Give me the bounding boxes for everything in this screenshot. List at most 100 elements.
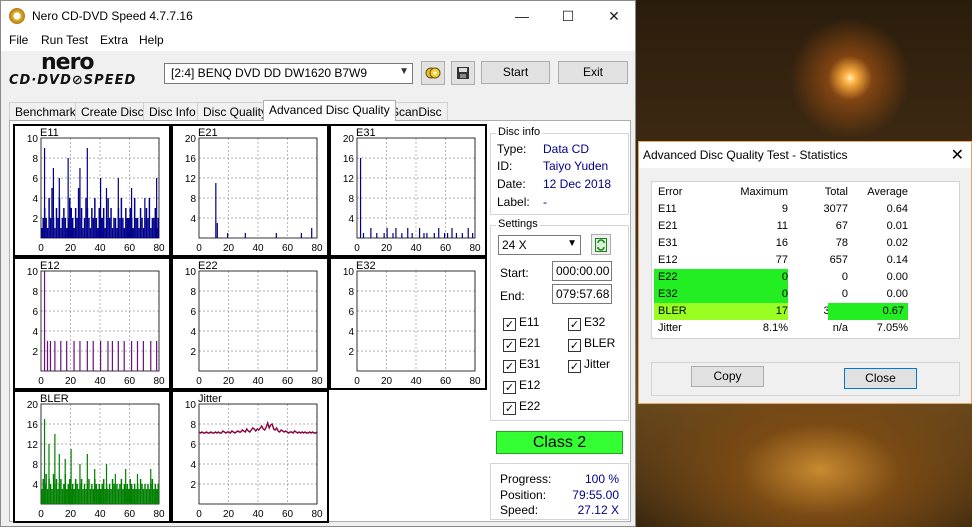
copy-button[interactable]: Copy bbox=[691, 366, 764, 387]
graph-e21: 20 16 12 8 4 0 20 40 60 80 E21 bbox=[171, 124, 329, 257]
data-bar bbox=[94, 198, 96, 238]
tab-advanced-disc-quality[interactable]: Advanced Disc Quality bbox=[263, 100, 396, 121]
drive-select-value: [2:4] BENQ DVD DD DW1620 B7W9 bbox=[171, 66, 368, 80]
data-bar bbox=[80, 208, 83, 238]
x-tick-label: 80 bbox=[153, 376, 165, 387]
menu-file[interactable]: File bbox=[9, 33, 28, 47]
drive-info-button[interactable] bbox=[421, 61, 445, 85]
drive-select[interactable]: [2:4] BENQ DVD DD DW1620 B7W9 ▼ bbox=[164, 63, 413, 84]
data-bar bbox=[119, 484, 121, 504]
maximize-button[interactable]: ☐ bbox=[545, 1, 591, 31]
save-button[interactable] bbox=[451, 61, 475, 85]
data-bar bbox=[120, 479, 123, 504]
data-bar bbox=[130, 341, 133, 371]
start-button[interactable]: Start bbox=[481, 61, 550, 84]
data-bar bbox=[300, 233, 302, 238]
stat-avg-cell: 0.14 bbox=[886, 254, 908, 266]
close-dialog-button[interactable]: Close bbox=[844, 368, 917, 389]
data-bar bbox=[73, 228, 75, 238]
checkbox-jitter[interactable]: ✓ Jitter bbox=[568, 357, 610, 373]
speed-value: 27.12 X bbox=[577, 503, 619, 517]
main-window: Nero CD-DVD Speed 4.7.7.16 — ☐ ✕ File Ru… bbox=[0, 0, 636, 527]
checkbox-e31[interactable]: ✓ E31 bbox=[503, 357, 540, 373]
tab-create-disc[interactable]: Create Disc bbox=[75, 102, 150, 121]
data-bar bbox=[150, 228, 152, 238]
data-bar bbox=[129, 208, 131, 238]
data-bar bbox=[55, 479, 58, 504]
checkbox-e32[interactable]: ✓ E32 bbox=[568, 315, 605, 331]
tab-disc-quality[interactable]: Disc Quality bbox=[197, 102, 274, 121]
data-bar bbox=[64, 459, 66, 504]
data-bar bbox=[142, 489, 145, 504]
data-bar bbox=[83, 218, 86, 238]
close-button[interactable]: ✕ bbox=[591, 1, 637, 31]
data-bar bbox=[114, 218, 117, 238]
graph-jitter: 10 8 6 4 2 0 20 40 60 80 Jitter bbox=[171, 390, 329, 523]
checkbox-e12[interactable]: ✓ E12 bbox=[503, 378, 540, 394]
statistics-title-bar: Advanced Disc Quality Test - Statistics … bbox=[639, 142, 971, 168]
checkbox-e22[interactable]: ✓ E22 bbox=[503, 399, 540, 415]
y-tick-label: 2 bbox=[32, 214, 38, 225]
data-bar bbox=[63, 484, 65, 504]
checkbox-e21[interactable]: ✓ E21 bbox=[503, 336, 540, 352]
start-input[interactable]: 000:00.00 bbox=[552, 261, 612, 281]
y-tick-label: 4 bbox=[190, 327, 196, 338]
speed-select[interactable]: 24 X ▼ bbox=[498, 235, 581, 255]
data-bar bbox=[71, 484, 74, 504]
menu-extra[interactable]: Extra bbox=[100, 33, 128, 47]
chart-e32-plot: 1086420 20 40 60 80 bbox=[343, 267, 481, 387]
y-tick-label: 8 bbox=[32, 460, 38, 471]
data-bar bbox=[145, 489, 148, 504]
data-bar bbox=[113, 484, 115, 504]
data-bar bbox=[144, 484, 146, 504]
y-tick-label: 10 bbox=[27, 134, 39, 145]
y-tick-label: 4 bbox=[348, 327, 354, 338]
data-bar bbox=[411, 233, 413, 238]
refresh-speed-button[interactable] bbox=[591, 234, 611, 255]
data-bar bbox=[69, 479, 71, 504]
stat-name-cell: E11 bbox=[658, 203, 677, 215]
data-bar bbox=[467, 228, 469, 238]
data-bar bbox=[156, 178, 158, 238]
data-bar bbox=[89, 228, 92, 238]
tab-benchmark[interactable]: Benchmark bbox=[9, 102, 82, 121]
x-tick-label: 60 bbox=[282, 243, 294, 254]
data-bar bbox=[386, 228, 388, 238]
data-bar bbox=[132, 489, 134, 504]
data-bar bbox=[136, 474, 139, 504]
data-bar bbox=[57, 489, 59, 504]
data-bar bbox=[135, 218, 137, 238]
x-tick-label: 80 bbox=[311, 376, 323, 387]
end-input[interactable]: 079:57.68 bbox=[552, 284, 612, 304]
data-bar bbox=[51, 489, 53, 504]
dialog-close-icon[interactable]: ✕ bbox=[951, 145, 964, 165]
data-bar bbox=[126, 218, 129, 238]
data-bar bbox=[107, 341, 109, 371]
y-tick-label: 10 bbox=[185, 267, 197, 278]
tab-disc-info[interactable]: Disc Info bbox=[143, 102, 202, 121]
data-bar bbox=[91, 208, 93, 238]
checkbox-e11[interactable]: ✓ E11 bbox=[503, 315, 539, 331]
menu-help[interactable]: Help bbox=[139, 33, 164, 47]
data-bar bbox=[144, 198, 146, 238]
nero-logo: nero CD·DVD⊘SPEED bbox=[9, 50, 159, 93]
minimize-button[interactable]: — bbox=[499, 1, 545, 31]
graph-bler-title: BLER bbox=[40, 393, 69, 405]
exit-button[interactable]: Exit bbox=[558, 61, 628, 84]
data-bar bbox=[125, 469, 127, 504]
x-tick-label: 20 bbox=[381, 243, 393, 254]
header-maximum: Maximum bbox=[740, 186, 788, 198]
checkbox-e11-label: E11 bbox=[519, 315, 540, 329]
graph-e31-title: E31 bbox=[356, 127, 376, 139]
y-tick-label: 2 bbox=[190, 480, 196, 491]
y-tick-label: 6 bbox=[348, 307, 354, 318]
data-bar bbox=[110, 208, 112, 238]
data-bar bbox=[370, 228, 372, 238]
data-bar bbox=[407, 228, 409, 238]
menu-run-test[interactable]: Run Test bbox=[41, 33, 88, 47]
checkbox-bler[interactable]: ✓ BLER bbox=[568, 336, 615, 352]
x-tick-label: 60 bbox=[282, 509, 294, 520]
data-bar bbox=[150, 469, 152, 504]
speed-label: Speed: bbox=[500, 503, 539, 517]
data-bar bbox=[74, 208, 77, 238]
